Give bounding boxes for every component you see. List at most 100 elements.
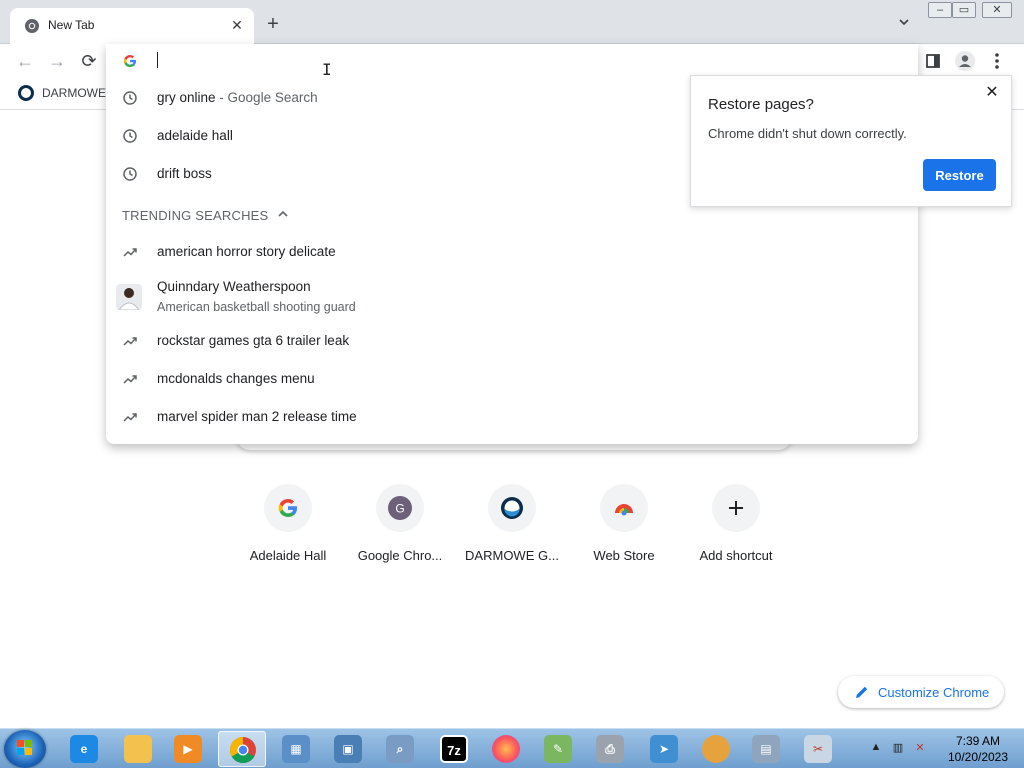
restore-message: Chrome didn't shut down correctly. — [708, 126, 907, 141]
paper-plane-icon: ➤ — [650, 735, 678, 763]
network-icon[interactable]: ▥ — [890, 741, 906, 757]
taskbar-calculator[interactable]: ▤ — [742, 731, 790, 767]
trending-person-entity[interactable]: Quinndary Weatherspoon American basketba… — [106, 272, 918, 320]
suggestion-text: marvel spider man 2 release time — [157, 409, 357, 424]
notepad-icon: ✎ — [544, 735, 572, 763]
bookmark-darmowe[interactable]: DARMOWE — [42, 86, 106, 100]
suggestion-text: mcdonalds changes menu — [157, 371, 315, 386]
taskbar-search[interactable]: ⌕ — [376, 731, 424, 767]
shortcut-label: Google Chro... — [357, 548, 443, 563]
shortcut-label: Web Store — [593, 548, 655, 563]
printer-icon: ⎙ — [596, 735, 624, 763]
taskbar-firefox[interactable] — [482, 731, 530, 767]
trending-gta-6-trailer[interactable]: rockstar games gta 6 trailer leak — [106, 322, 918, 360]
scissors-icon: ✂ — [804, 735, 832, 763]
trending-spider-man-2[interactable]: marvel spider man 2 release time — [106, 398, 918, 436]
restore-title: Restore pages? — [708, 96, 814, 113]
reload-icon[interactable]: ⟳ — [78, 50, 100, 72]
restore-button[interactable]: Restore — [923, 159, 996, 191]
trending-mcdonalds-menu[interactable]: mcdonalds changes menu — [106, 360, 918, 398]
plus-icon — [729, 501, 743, 515]
seven-zip-icon: 7z — [440, 735, 468, 763]
tab-search-chevron-icon[interactable] — [894, 16, 914, 36]
shortcut-tile — [488, 484, 536, 532]
shortcut-label: Adelaide Hall — [249, 548, 327, 563]
shortcut-adelaide-hall[interactable]: Adelaide Hall — [232, 484, 344, 574]
shortcut-tile: G — [376, 484, 424, 532]
taskbar-7zip[interactable]: 7z — [430, 731, 478, 767]
folder-icon — [124, 735, 152, 763]
taskbar-snipping-tool[interactable]: ✂ — [794, 731, 842, 767]
windows-taskbar: e ▶ ▦ ▣ ⌕ 7z ✎ ⎙ ➤ ▤ ✂ ▲ ▥ ✕ 7:39 AM 10/… — [0, 728, 1024, 768]
taskbar-printer[interactable]: ⎙ — [586, 731, 634, 767]
close-window-button[interactable]: ✕ — [982, 2, 1012, 18]
trending-icon — [123, 337, 137, 346]
tab-strip: New Tab ✕ + – ▭ ✕ — [0, 0, 1024, 44]
suggestion-suffix: - Google Search — [215, 90, 318, 105]
suggestion-text: american horror story delicate — [157, 244, 336, 259]
taskbar-notepad[interactable]: ✎ — [534, 731, 582, 767]
profile-avatar-icon[interactable] — [954, 50, 976, 72]
back-arrow-icon[interactable]: ← — [14, 50, 36, 72]
omnibox-input[interactable] — [157, 52, 158, 68]
darmowe-bookmark-icon — [18, 85, 34, 101]
google-g-icon — [123, 55, 136, 67]
minimize-button[interactable]: – — [928, 2, 952, 18]
media-player-icon: ▶ — [174, 735, 202, 763]
trending-icon — [123, 413, 137, 422]
trending-icon — [123, 375, 137, 384]
taskbar-paint[interactable] — [692, 731, 740, 767]
volume-muted-icon[interactable]: ✕ — [912, 741, 928, 757]
shortcut-tile — [712, 484, 760, 532]
new-tab-button[interactable]: + — [262, 14, 284, 36]
customize-chrome-button[interactable]: Customize Chrome — [838, 676, 1004, 708]
chevron-up-icon[interactable] — [276, 207, 290, 221]
taskbar-send[interactable]: ➤ — [640, 731, 688, 767]
history-icon — [123, 129, 137, 143]
taskbar-internet-explorer[interactable]: e — [60, 731, 108, 767]
firefox-icon — [492, 735, 520, 763]
trending-searches-header: TRENDING SEARCHES — [122, 208, 269, 223]
trending-american-horror-story[interactable]: american horror story delicate — [106, 233, 918, 271]
calculator-icon: ▤ — [752, 735, 780, 763]
menu-kebab-icon[interactable] — [986, 50, 1008, 72]
person-description: American basketball shooting guard — [157, 300, 356, 314]
shortcut-web-store[interactable]: Web Store — [568, 484, 680, 574]
shortcut-google-chrome[interactable]: G Google Chro... — [344, 484, 456, 574]
search-icon: ⌕ — [386, 735, 414, 763]
taskbar-chrome[interactable] — [218, 731, 266, 767]
shortcut-tile — [264, 484, 312, 532]
svg-text:G: G — [395, 502, 404, 516]
taskbar-explorer[interactable] — [114, 731, 162, 767]
pencil-icon — [856, 686, 868, 698]
trending-icon — [123, 248, 137, 257]
tab-title: New Tab — [48, 18, 95, 32]
chrome-icon — [229, 736, 256, 764]
person-name: Quinndary Weatherspoon — [157, 279, 311, 294]
text-cursor-icon: I — [322, 60, 332, 79]
person-thumbnail — [116, 284, 142, 310]
suggestion-text: drift boss — [157, 166, 212, 181]
customize-chrome-label: Customize Chrome — [878, 685, 990, 700]
taskbar-control-panel[interactable]: ▦ — [272, 731, 320, 767]
close-icon[interactable]: ✕ — [983, 84, 1001, 102]
history-icon — [123, 167, 137, 181]
start-button[interactable] — [4, 730, 46, 768]
shortcut-darmowe[interactable]: DARMOWE G... — [456, 484, 568, 574]
add-shortcut-button[interactable]: Add shortcut — [680, 484, 792, 574]
shortcut-label: Add shortcut — [699, 548, 773, 563]
maximize-button[interactable]: ▭ — [952, 2, 976, 18]
darmowe-icon — [501, 497, 523, 519]
tab-new-tab[interactable]: New Tab ✕ — [10, 8, 254, 44]
side-panel-icon[interactable] — [922, 50, 944, 72]
forward-arrow-icon[interactable]: → — [46, 50, 68, 72]
web-store-icon — [615, 504, 633, 516]
system-clock[interactable]: 7:39 AM 10/20/2023 — [940, 733, 1016, 765]
taskbar-computer[interactable]: ▣ — [324, 731, 372, 767]
history-icon — [123, 91, 137, 105]
tab-close-icon[interactable]: ✕ — [228, 16, 246, 34]
show-hidden-icons-icon[interactable]: ▲ — [868, 741, 884, 757]
suggestion-query: gry online — [157, 90, 216, 105]
letter-g-icon: G — [388, 496, 412, 520]
taskbar-media-player[interactable]: ▶ — [164, 731, 212, 767]
